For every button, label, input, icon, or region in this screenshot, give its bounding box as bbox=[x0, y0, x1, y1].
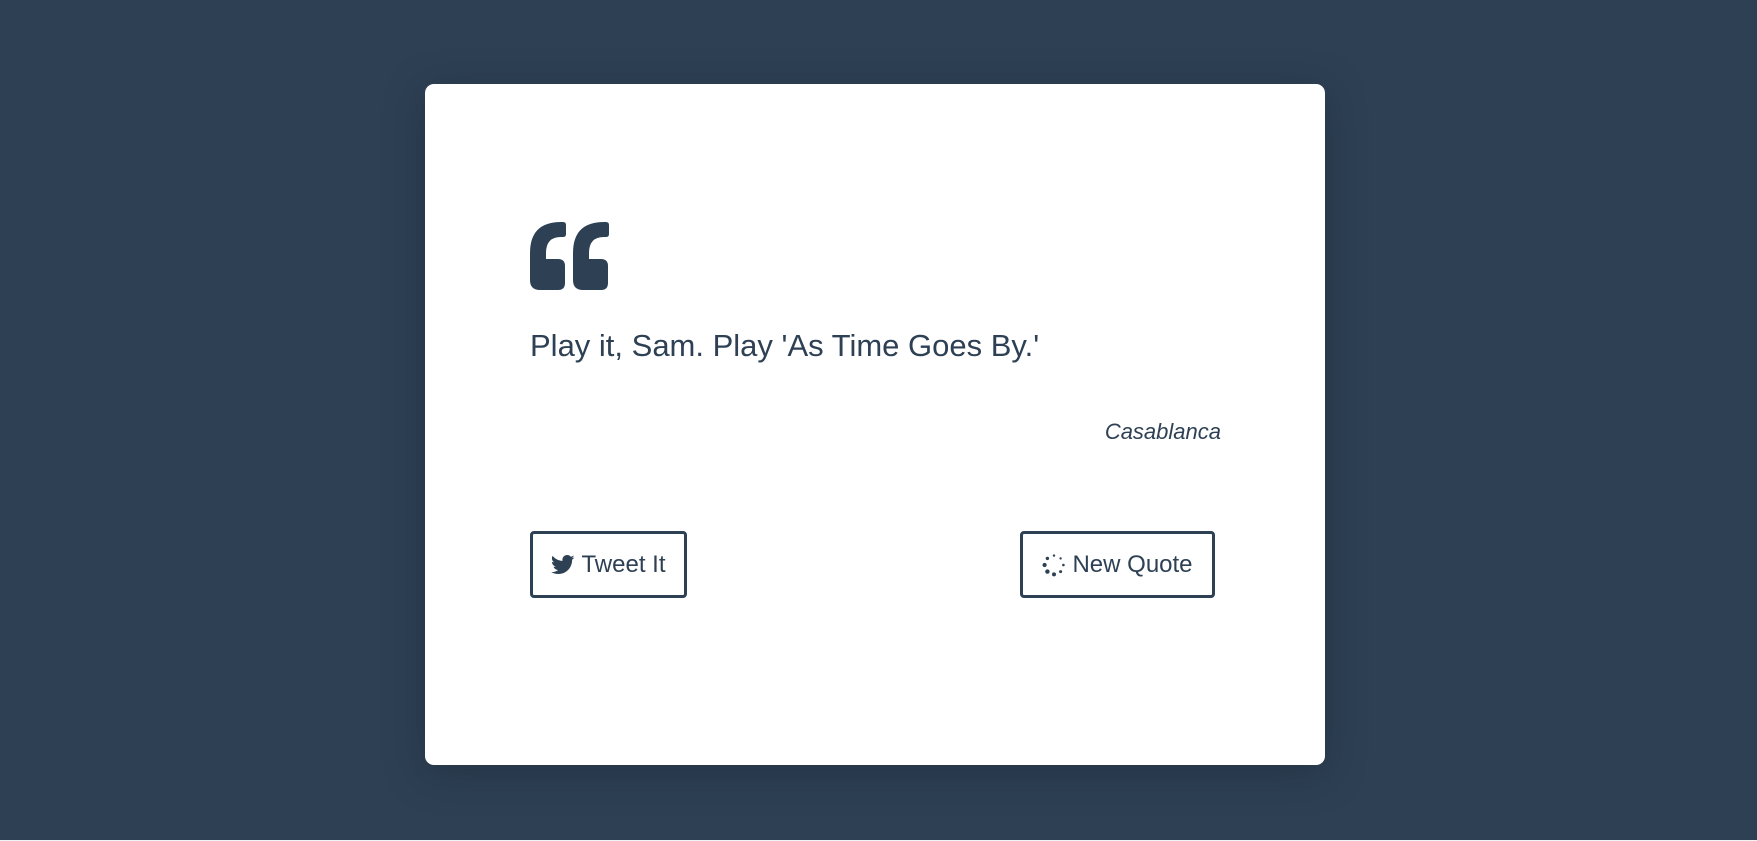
quote-text: Play it, Sam. Play 'As Time Goes By.' bbox=[530, 328, 1040, 363]
tweet-button[interactable]: Tweet It bbox=[530, 531, 687, 598]
quote-left-icon bbox=[530, 222, 609, 290]
quote-card: Play it, Sam. Play 'As Time Goes By.' Ca… bbox=[425, 84, 1325, 765]
page-background: Play it, Sam. Play 'As Time Goes By.' Ca… bbox=[0, 0, 1757, 840]
new-quote-button-label: New Quote bbox=[1072, 550, 1193, 578]
quote-author: Casablanca bbox=[1104, 419, 1221, 444]
new-quote-button[interactable]: New Quote bbox=[1020, 531, 1215, 598]
spinner-icon bbox=[1042, 553, 1066, 577]
twitter-icon bbox=[551, 554, 576, 575]
tweet-button-label: Tweet It bbox=[581, 550, 666, 578]
